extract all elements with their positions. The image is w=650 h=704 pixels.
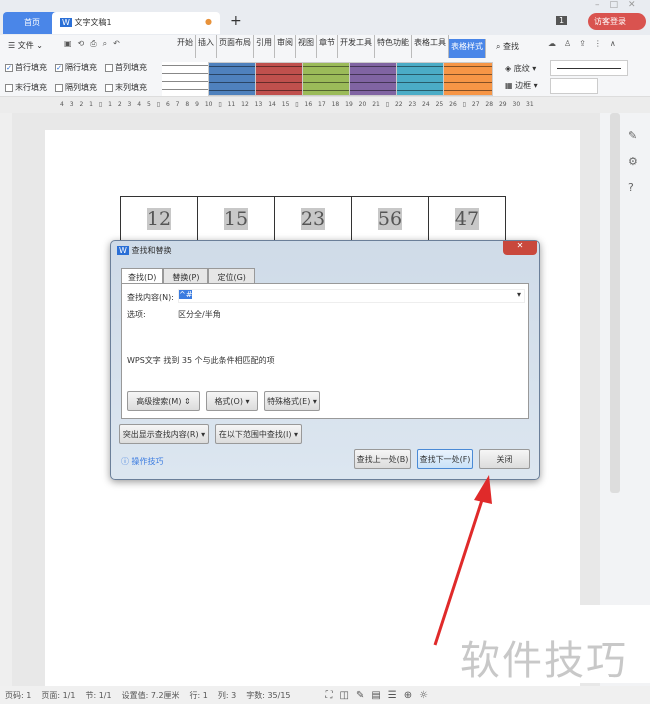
status-section[interactable]: 节: 1/1 bbox=[85, 690, 111, 701]
view-mode-icons[interactable]: ⛶◫✎▤☰⊕☼ bbox=[326, 690, 436, 701]
status-page-number[interactable]: 页码: 1 bbox=[5, 690, 31, 701]
red-arrow-annotation bbox=[433, 475, 492, 646]
status-bar: 页码: 1 页面: 1/1 节: 1/1 设置值: 7.2厘米 行: 1 列: … bbox=[0, 686, 650, 704]
status-setting[interactable]: 设置值: 7.2厘米 bbox=[122, 690, 180, 701]
watermark: 软件技巧 bbox=[460, 638, 628, 684]
status-word-count[interactable]: 字数: 35/15 bbox=[246, 690, 290, 701]
status-row[interactable]: 行: 1 bbox=[190, 690, 208, 701]
status-column[interactable]: 列: 3 bbox=[218, 690, 236, 701]
status-pages[interactable]: 页面: 1/1 bbox=[41, 690, 75, 701]
